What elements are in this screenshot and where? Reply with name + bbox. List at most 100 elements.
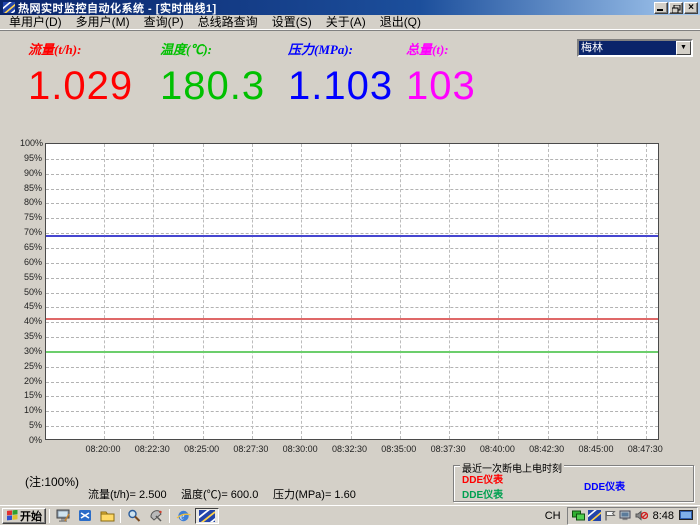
y-axis-label: 45% — [20, 302, 42, 311]
v-gridline — [203, 144, 204, 439]
x-axis-label: 08:47:30 — [615, 444, 675, 454]
menu-item-5[interactable]: 关于(A) — [319, 15, 373, 30]
svg-text:e: e — [180, 511, 185, 522]
y-axis-label: 5% — [20, 421, 42, 430]
menu-item-2[interactable]: 查询(P) — [137, 15, 191, 30]
y-axis-label: 90% — [20, 169, 42, 178]
y-axis-label: 50% — [20, 288, 42, 297]
series-line-0 — [46, 235, 658, 237]
v-gridline — [301, 144, 302, 439]
h-gridline — [46, 293, 658, 294]
menu-bar: 单用户(D)多用户(M)查询(P)总线路查询设置(S)关于(A)退出(Q) — [0, 15, 700, 30]
menu-item-4[interactable]: 设置(S) — [265, 15, 319, 30]
flag-icon[interactable] — [604, 510, 616, 521]
station-selector[interactable]: 梅林 ▼ — [577, 39, 693, 57]
reference-temp: 温度(℃)= 600.0 — [181, 486, 258, 502]
v-gridline — [548, 144, 549, 439]
readout-label-3: 总量(t): — [406, 39, 476, 58]
readout-value-0: 1.029 — [28, 64, 133, 108]
network-card-icon[interactable] — [572, 510, 585, 521]
internet-explorer-icon[interactable]: e — [173, 508, 193, 524]
readout-0: 流量(t/h): 1.029 — [28, 39, 133, 108]
mail-app-icon[interactable] — [75, 508, 95, 524]
h-gridline — [46, 233, 658, 234]
h-gridline — [46, 159, 658, 160]
divider — [169, 509, 170, 523]
menu-item-3[interactable]: 总线路查询 — [191, 15, 265, 30]
v-gridline — [449, 144, 450, 439]
start-label: 开始 — [20, 508, 42, 524]
series-line-2 — [46, 351, 658, 353]
y-axis-label: 15% — [20, 391, 42, 400]
v-gridline — [646, 144, 647, 439]
h-gridline — [46, 322, 658, 323]
menu-item-6[interactable]: 退出(Q) — [373, 15, 428, 30]
v-gridline — [400, 144, 401, 439]
menu-item-1[interactable]: 多用户(M) — [69, 15, 137, 30]
window-title: 热网实时监控自动化系统 - [实时曲线1] — [18, 0, 217, 16]
h-gridline — [46, 278, 658, 279]
minimize-icon — [657, 9, 663, 11]
h-gridline — [46, 248, 658, 249]
taskbar: 开始 — [0, 505, 700, 525]
volume-muted-icon[interactable] — [635, 510, 648, 521]
dde-meter-0: DDE仪表 — [462, 471, 503, 486]
chevron-down-icon[interactable]: ▼ — [676, 41, 691, 55]
folder-icon[interactable] — [97, 508, 117, 524]
scale-note: (注:100%) — [25, 473, 79, 490]
app-taskbar-button[interactable] — [195, 508, 219, 524]
taskbar-clock[interactable]: 8:48 — [651, 510, 676, 522]
v-gridline — [597, 144, 598, 439]
h-gridline — [46, 382, 658, 383]
y-axis-label: 20% — [20, 377, 42, 386]
divider — [120, 509, 121, 523]
menu-item-0[interactable]: 单用户(D) — [2, 15, 69, 30]
y-axis-label: 25% — [20, 362, 42, 371]
y-axis-label: 75% — [20, 213, 42, 222]
computer-icon[interactable] — [619, 510, 632, 521]
power-event-panel: 最近一次断电上电时刻 DDE仪表DDE仪表DDE仪表 — [453, 465, 694, 502]
restore-button[interactable] — [669, 2, 683, 14]
readout-label-1: 温度(℃): — [160, 39, 265, 58]
restore-icon — [672, 5, 681, 13]
h-gridline — [46, 307, 658, 308]
v-gridline — [498, 144, 499, 439]
y-axis-label: 70% — [20, 228, 42, 237]
close-icon: × — [685, 3, 697, 13]
close-button[interactable]: × — [684, 2, 698, 14]
plot-area — [45, 143, 659, 440]
y-axis-label: 10% — [20, 406, 42, 415]
system-tray: 8:48 — [567, 507, 698, 525]
y-axis-label: 55% — [20, 273, 42, 282]
readout-label-0: 流量(t/h): — [28, 39, 133, 58]
h-gridline — [46, 367, 658, 368]
search-icon[interactable] — [124, 508, 144, 524]
readout-3: 总量(t):103 — [406, 39, 476, 108]
y-axis-label: 60% — [20, 258, 42, 267]
windows-logo-icon — [6, 510, 18, 521]
y-axis-label: 100% — [20, 139, 42, 148]
y-axis-label: 95% — [20, 154, 42, 163]
display-icon[interactable] — [679, 510, 693, 521]
app-icon — [199, 510, 215, 522]
client-area: 流量(t/h):1.029温度(℃):180.3压力(MPa):1.103总量(… — [0, 30, 700, 505]
series-line-1 — [46, 318, 658, 320]
reference-flow: 流量(t/h)= 2.500 — [88, 486, 167, 502]
y-axis-label: 85% — [20, 184, 42, 193]
realtime-curve-chart: 0%5%10%15%20%25%30%35%40%45%50%55%60%65%… — [20, 136, 684, 458]
readout-1: 温度(℃):180.3 — [160, 39, 265, 108]
y-axis-label: 80% — [20, 198, 42, 207]
input-method-indicator[interactable]: CH — [545, 510, 567, 522]
divider — [49, 509, 50, 523]
h-gridline — [46, 263, 658, 264]
minimize-button[interactable] — [654, 2, 668, 14]
channels-icon[interactable] — [146, 508, 166, 524]
show-desktop-icon[interactable] — [53, 508, 73, 524]
start-button[interactable]: 开始 — [2, 508, 46, 524]
app-tray-icon[interactable] — [588, 510, 601, 521]
h-gridline — [46, 396, 658, 397]
readout-2: 压力(MPa):1.103 — [288, 39, 393, 108]
v-gridline — [351, 144, 352, 439]
title-bar: 热网实时监控自动化系统 - [实时曲线1] × — [0, 0, 700, 15]
readout-value-2: 1.103 — [288, 64, 393, 108]
